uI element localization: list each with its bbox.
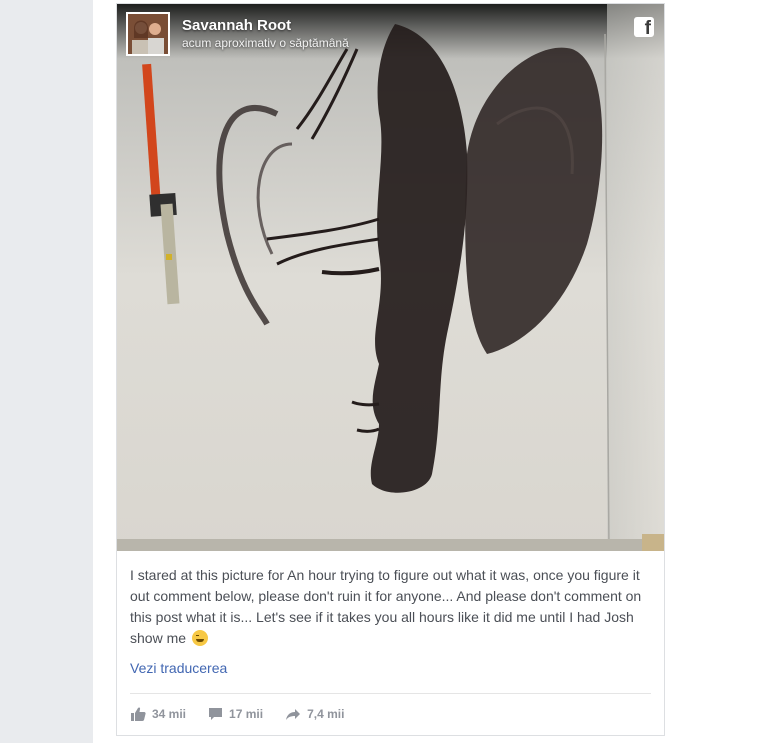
post-meta: Savannah Root acum aproximativ o săptămâ… xyxy=(182,17,349,51)
shares-stat[interactable]: 7,4 mii xyxy=(285,707,344,721)
avatar[interactable] xyxy=(126,12,170,56)
comments-count: 17 mii xyxy=(229,707,264,721)
post-photo[interactable]: Savannah Root acum aproximativ o săptămâ… xyxy=(117,4,664,551)
engagement-stats: 34 mii 17 mii 7,4 mii xyxy=(131,707,366,721)
post-caption: I stared at this picture for An hour try… xyxy=(130,565,645,649)
author-name[interactable]: Savannah Root xyxy=(182,17,349,35)
left-gutter xyxy=(0,0,93,743)
see-translation-link[interactable]: Vezi traducerea xyxy=(130,660,227,676)
divider xyxy=(130,693,651,694)
comments-stat[interactable]: 17 mii xyxy=(208,707,263,721)
share-arrow-icon xyxy=(286,709,301,720)
facebook-icon[interactable]: f xyxy=(634,17,654,37)
post-card: Savannah Root acum aproximativ o săptămâ… xyxy=(116,3,665,736)
post-header: Savannah Root acum aproximativ o săptămâ… xyxy=(126,12,349,62)
shares-count: 7,4 mii xyxy=(307,707,345,721)
thumbs-up-icon xyxy=(131,707,146,721)
post-timestamp[interactable]: acum aproximativ o săptămână xyxy=(182,35,349,51)
likes-count: 34 mii xyxy=(152,707,187,721)
likes-stat[interactable]: 34 mii xyxy=(131,707,186,721)
avatar-image xyxy=(128,14,168,54)
speech-bubble-icon xyxy=(209,708,223,720)
wall-painting-image xyxy=(117,4,664,551)
grinning-sweat-emoji-icon xyxy=(191,630,208,646)
